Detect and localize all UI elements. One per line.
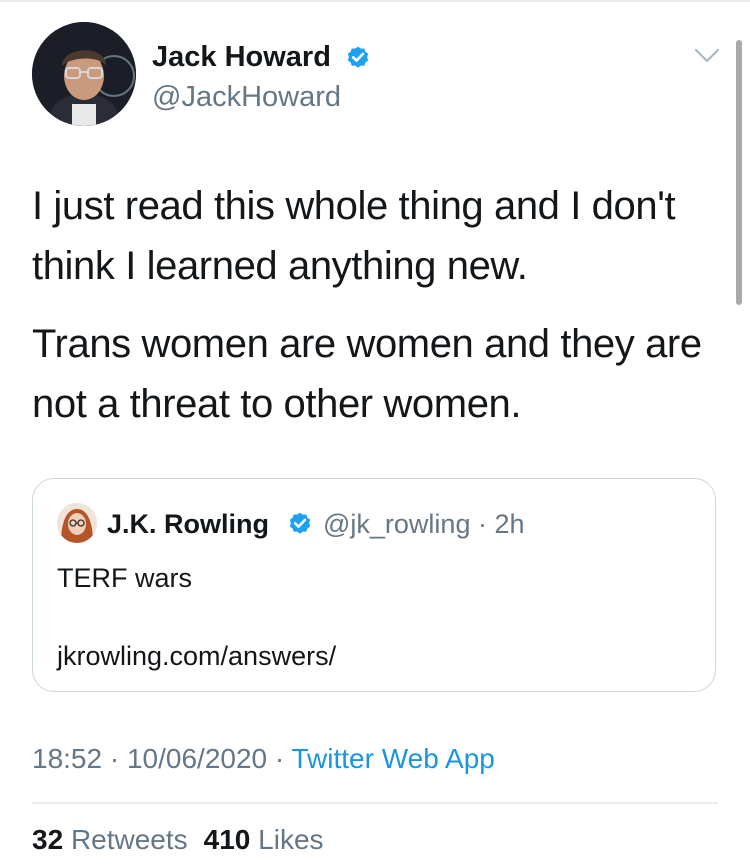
quoted-handle-and-time: @jk_rowling · 2h	[323, 507, 525, 541]
likes-stat[interactable]: 410 Likes	[204, 824, 324, 855]
quoted-author-avatar	[57, 503, 97, 543]
verified-badge-icon	[289, 512, 311, 534]
tweet-date[interactable]: 10/06/2020	[127, 743, 267, 774]
tweet-paragraph: Trans women are women and they are not a…	[32, 322, 702, 426]
scrollbar[interactable]	[736, 40, 742, 305]
author-avatar[interactable]	[32, 22, 136, 126]
avatar-photo-icon	[32, 22, 136, 126]
quoted-author-handle: @jk_rowling	[323, 509, 471, 539]
quoted-tweet-card[interactable]: J.K. Rowling @jk_rowling · 2h TERF wars …	[32, 478, 716, 692]
retweets-label: Retweets	[70, 824, 188, 855]
verified-badge-icon	[347, 46, 369, 68]
tweet-stats: 32 Retweets 410 Likes	[32, 823, 324, 857]
top-divider	[0, 0, 750, 2]
retweets-stat[interactable]: 32 Retweets	[32, 824, 188, 855]
author-name[interactable]: Jack Howard	[152, 40, 331, 74]
author-handle[interactable]: @JackHoward	[152, 80, 341, 114]
avatar-photo-icon	[57, 503, 97, 543]
tweet-time[interactable]: 18:52	[32, 743, 102, 774]
quoted-author-name: J.K. Rowling	[107, 509, 269, 539]
quoted-time: · 2h	[477, 509, 525, 539]
quoted-tweet-text: TERF wars	[57, 563, 192, 593]
retweets-count: 32	[32, 824, 64, 855]
tweet-text: I just read this whole thing and I don't…	[32, 176, 732, 452]
divider	[32, 802, 718, 804]
likes-count: 410	[203, 824, 251, 855]
tweet-timestamp: 18:52 · 10/06/2020 · Twitter Web App	[32, 742, 495, 776]
quoted-tweet-link[interactable]: jkrowling.com/answers/	[57, 639, 336, 673]
meta-separator: ·	[274, 743, 285, 774]
likes-label: Likes	[258, 824, 324, 855]
source-app-link[interactable]: Twitter Web App	[292, 743, 495, 774]
tweet-paragraph: I just read this whole thing and I don't…	[32, 184, 676, 288]
chevron-down-icon[interactable]	[694, 47, 720, 65]
meta-separator: ·	[109, 743, 120, 774]
